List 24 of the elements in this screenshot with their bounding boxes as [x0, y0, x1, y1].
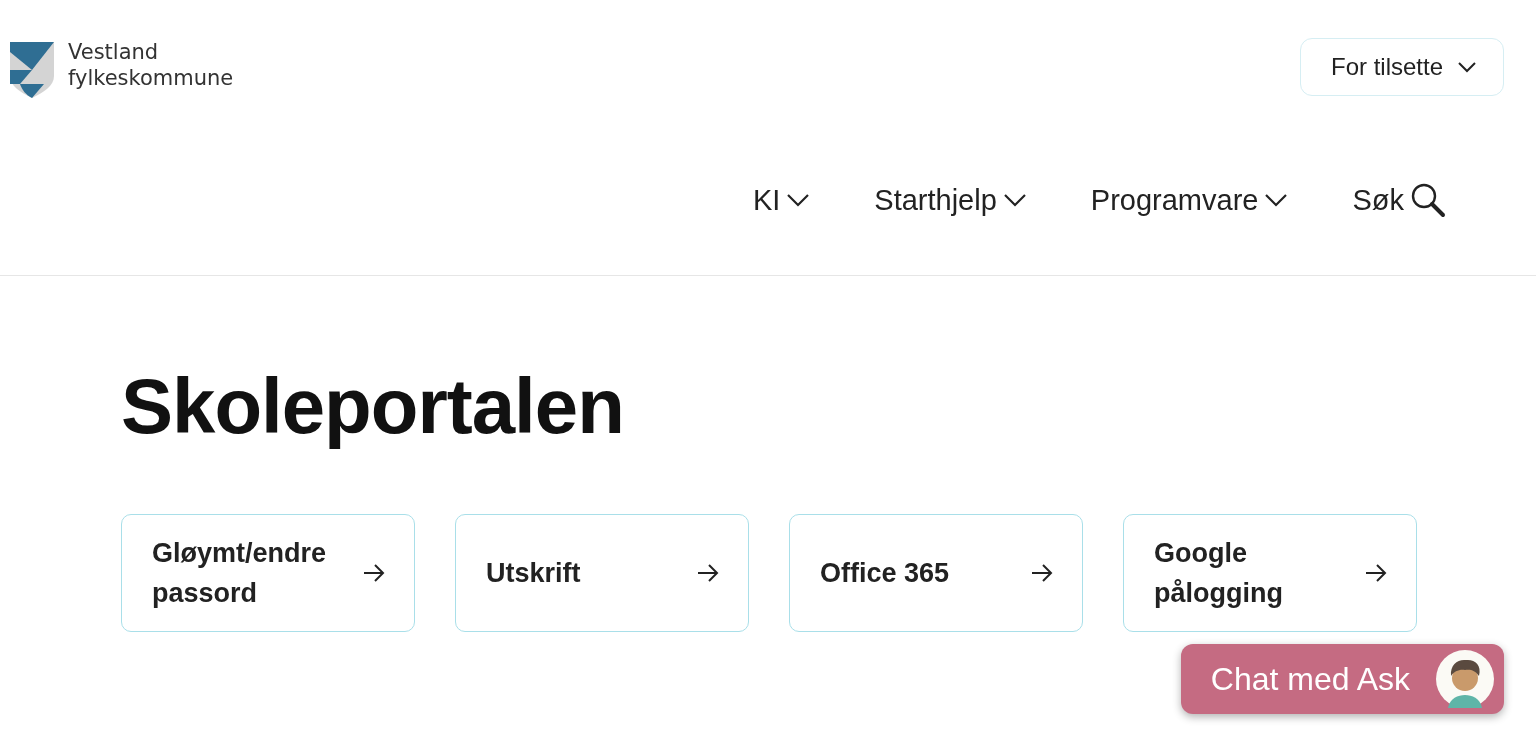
- chevron-down-icon: [786, 193, 811, 207]
- shield-logo-icon: [10, 42, 54, 98]
- arrow-right-icon: [696, 563, 720, 583]
- link-card[interactable]: Office 365: [789, 514, 1083, 632]
- link-card[interactable]: Utskrift: [455, 514, 749, 632]
- nav-menu-item[interactable]: KI: [752, 182, 811, 218]
- avatar-icon: [1436, 650, 1494, 708]
- nav-menu-item[interactable]: Starthjelp: [874, 182, 1027, 218]
- arrow-right-icon: [1364, 563, 1388, 583]
- arrow-right-icon: [362, 563, 386, 583]
- chevron-down-icon: [1264, 193, 1289, 207]
- arrow-right-icon: [1030, 563, 1054, 583]
- search-icon: [1410, 182, 1446, 218]
- page-title: Skoleportalen: [121, 361, 625, 452]
- link-card[interactable]: Google pålogging: [1123, 514, 1417, 632]
- search-button[interactable]: Søk: [1352, 182, 1446, 218]
- link-card[interactable]: Gløymt/endre passord: [121, 514, 415, 632]
- logo-text: Vestland: [68, 39, 160, 65]
- chevron-down-icon: [1002, 193, 1027, 207]
- nav-menu-item[interactable]: Programvare: [1090, 182, 1289, 218]
- logo-text: fylkeskommune: [68, 65, 234, 91]
- chat-button[interactable]: Chat med Ask: [1180, 644, 1504, 714]
- staff-menu-button[interactable]: For tilsette: [1299, 38, 1504, 96]
- chevron-down-icon: [1457, 61, 1477, 73]
